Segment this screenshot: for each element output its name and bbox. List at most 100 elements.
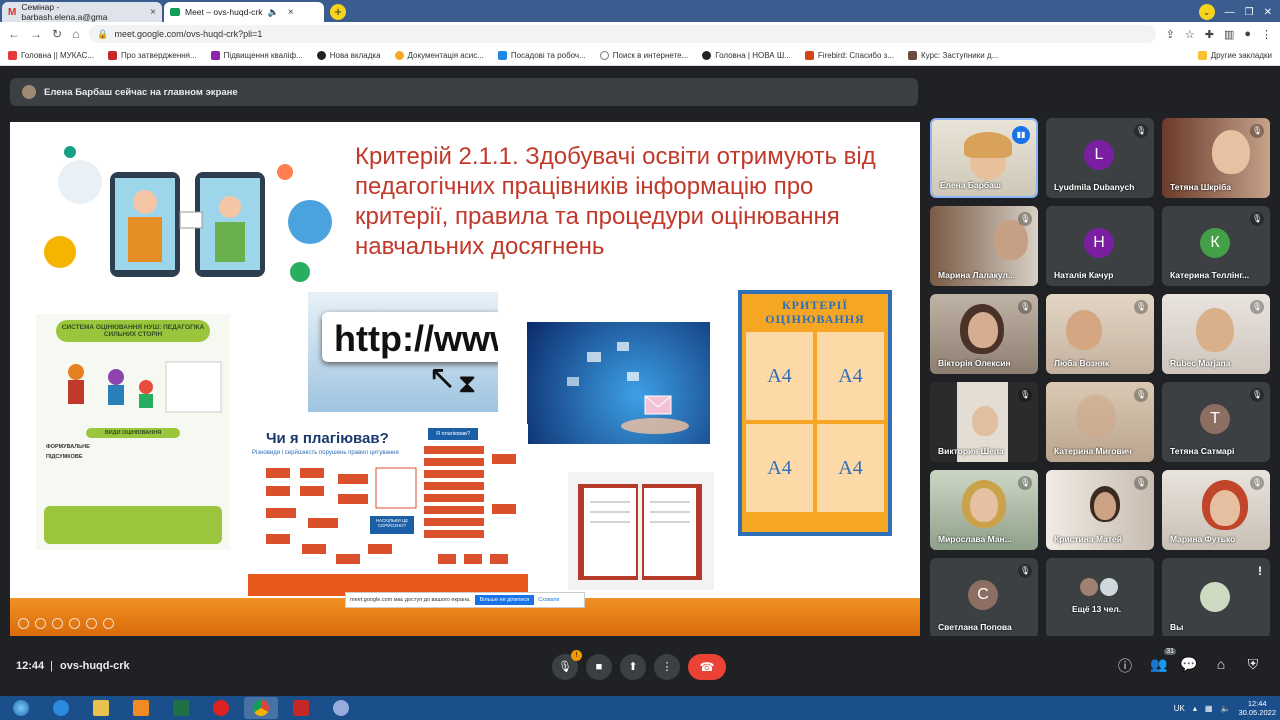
- more-participants-tile[interactable]: Ещё 13 чел.: [1046, 558, 1154, 638]
- zoom-icon[interactable]: [86, 618, 97, 629]
- close-icon[interactable]: ×: [150, 7, 156, 18]
- participant-tile[interactable]: Н Наталія Качур: [1046, 206, 1154, 286]
- chat-button[interactable]: 💬: [1180, 656, 1198, 673]
- minimize-icon[interactable]: —: [1225, 7, 1235, 18]
- participant-tile[interactable]: 🎙 L Lyudmila Dubanych: [1046, 118, 1154, 198]
- share-icon[interactable]: ⇪: [1166, 28, 1175, 41]
- mic-off-icon: 🎙: [1018, 388, 1032, 402]
- flowchart-blocks: [248, 446, 528, 596]
- bookmark-item[interactable]: Посадові та робоч...: [497, 51, 586, 60]
- mic-off-icon: 🎙: [1018, 476, 1032, 490]
- address-bar: ← → ↻ ⌂ 🔒 meet.google.com/ovs-huqd-crk?p…: [0, 22, 1280, 46]
- bookmarks-bar: Головна || МУКАС... Про затвердження... …: [0, 46, 1280, 66]
- home-icon[interactable]: ⌂: [72, 27, 79, 41]
- prev-slide-icon[interactable]: [18, 618, 29, 629]
- tab-gmail[interactable]: M Семінар - barbash.elena.a@gma ×: [2, 2, 162, 22]
- participant-tile[interactable]: 🎙 Виктория Шепа: [930, 382, 1038, 462]
- participant-name: Вы: [1170, 622, 1184, 632]
- maximize-icon[interactable]: ❐: [1245, 7, 1254, 18]
- opera-icon: [213, 700, 229, 716]
- taskbar-media[interactable]: [124, 697, 158, 719]
- teacher-student-illustration: [44, 146, 332, 282]
- camera-button[interactable]: ■: [586, 654, 612, 680]
- participant-tile[interactable]: 🎙 Марина Футько: [1162, 470, 1270, 550]
- pen-icon[interactable]: [52, 618, 63, 629]
- participant-tile[interactable]: 🎙 Вікторія Олексин: [930, 294, 1038, 374]
- more-options-button[interactable]: ⋮: [654, 654, 680, 680]
- back-icon[interactable]: ←: [8, 27, 20, 41]
- volume-icon[interactable]: 🔈: [1220, 704, 1230, 713]
- folder-icon: [93, 700, 109, 716]
- bookmark-item[interactable]: Документація асис...: [394, 51, 484, 60]
- bookmark-item[interactable]: Нова вкладка: [316, 51, 381, 60]
- bookmark-item[interactable]: Firebird: Спасибо з...: [804, 51, 894, 60]
- chat-icon: 💬: [1180, 656, 1198, 672]
- extensions-icon[interactable]: ✚: [1205, 28, 1214, 41]
- people-button[interactable]: 👥 31: [1150, 648, 1176, 673]
- participant-tile[interactable]: 🎙 Тетяна Шкріба: [1162, 118, 1270, 198]
- self-tile[interactable]: ! Вы: [1162, 558, 1270, 638]
- participant-count-badge: 31: [1164, 648, 1176, 655]
- close-icon[interactable]: ×: [288, 7, 294, 18]
- leave-call-button[interactable]: ☎: [688, 654, 726, 680]
- speaker-icon[interactable]: 🔈: [267, 7, 278, 18]
- microphone-button[interactable]: 🎙!: [552, 650, 582, 680]
- excel-icon: [173, 700, 189, 716]
- present-button[interactable]: ⬆: [620, 654, 646, 680]
- close-window-icon[interactable]: ✕: [1264, 7, 1272, 18]
- new-tab-button[interactable]: +: [330, 4, 346, 20]
- other-bookmarks[interactable]: Другие закладки: [1197, 51, 1272, 60]
- bookmark-item[interactable]: Головна || МУКАС...: [8, 51, 94, 60]
- bookmark-item[interactable]: Підвищення кваліф...: [210, 51, 303, 60]
- start-button[interactable]: [4, 697, 38, 719]
- host-controls-button[interactable]: ⛨: [1244, 656, 1262, 673]
- forward-icon[interactable]: →: [30, 27, 42, 41]
- pages-icon[interactable]: [69, 618, 80, 629]
- participant-tile[interactable]: 🎙 К Катерина Теллінг...: [1162, 206, 1270, 286]
- participant-tile[interactable]: 🎙 Т Тетяна Сатмарі: [1162, 382, 1270, 462]
- participant-tile[interactable]: 🎙 Rubec Marjana: [1162, 294, 1270, 374]
- play-icon[interactable]: [35, 618, 46, 629]
- participant-tile[interactable]: 🎙 Мирослава Ман...: [930, 470, 1038, 550]
- people-icon: 👥: [1150, 656, 1168, 672]
- participant-tile[interactable]: 🎙 Кристина Матей: [1046, 470, 1154, 550]
- star-icon[interactable]: ☆: [1185, 28, 1195, 41]
- info-icon: ⓘ: [1118, 658, 1132, 674]
- infographic-item: ПІДСУМКОВЕ: [46, 454, 83, 460]
- language-indicator[interactable]: UK: [1174, 704, 1185, 713]
- stop-sharing-button[interactable]: Більше не ділитися: [474, 595, 535, 605]
- avatar[interactable]: ●: [1244, 28, 1251, 41]
- chevron-down-icon[interactable]: ⌄: [1198, 4, 1215, 20]
- participant-tile[interactable]: 🎙 Марина Лалакул...: [930, 206, 1038, 286]
- taskbar-paint[interactable]: [324, 697, 358, 719]
- meeting-info-button[interactable]: ⓘ: [1116, 656, 1134, 676]
- tray-arrow-icon[interactable]: ▴: [1193, 704, 1197, 713]
- bookmark-item[interactable]: Про затвердження...: [108, 51, 197, 60]
- taskbar-camera[interactable]: [284, 697, 318, 719]
- taskbar-explorer[interactable]: [84, 697, 118, 719]
- phone-end-icon: ☎: [699, 660, 715, 674]
- url-field[interactable]: 🔒 meet.google.com/ovs-huqd-crk?pli=1: [89, 25, 1156, 43]
- activities-button[interactable]: ⌂: [1212, 656, 1230, 672]
- more-icon[interactable]: [103, 618, 114, 629]
- tab-meet[interactable]: Meet – ovs-huqd-crk 🔈 ×: [164, 2, 324, 22]
- taskbar-chrome[interactable]: [244, 697, 278, 719]
- plagiarism-diagram: Чи я плагіював? Різновиди і серйозність …: [248, 424, 528, 596]
- menu-icon[interactable]: ⋮: [1261, 28, 1272, 41]
- bookmark-item[interactable]: Головна | НОВА Ш...: [702, 51, 791, 60]
- system-clock[interactable]: 12:44 30.05.2022: [1238, 699, 1276, 717]
- reload-icon[interactable]: ↻: [52, 27, 62, 41]
- sidebar-icon[interactable]: ▥: [1224, 28, 1234, 41]
- bookmark-item[interactable]: Поиск в интернете...: [599, 51, 688, 60]
- participant-tile[interactable]: ▮▮ Елена Барбаш: [930, 118, 1038, 198]
- bookmark-item[interactable]: Курс: Заступники д...: [908, 51, 998, 60]
- participant-tile[interactable]: 🎙 С Светлана Попова: [930, 558, 1038, 638]
- participant-tile[interactable]: 🎙 Люба Возняк: [1046, 294, 1154, 374]
- taskbar-opera[interactable]: [204, 697, 238, 719]
- network-icon[interactable]: ▦: [1205, 704, 1213, 713]
- taskbar-excel[interactable]: [164, 697, 198, 719]
- taskbar-ie[interactable]: [44, 697, 78, 719]
- chrome-icon: [253, 700, 269, 716]
- hide-button[interactable]: Сховати: [538, 597, 559, 603]
- participant-tile[interactable]: 🎙 Катерина Мигович: [1046, 382, 1154, 462]
